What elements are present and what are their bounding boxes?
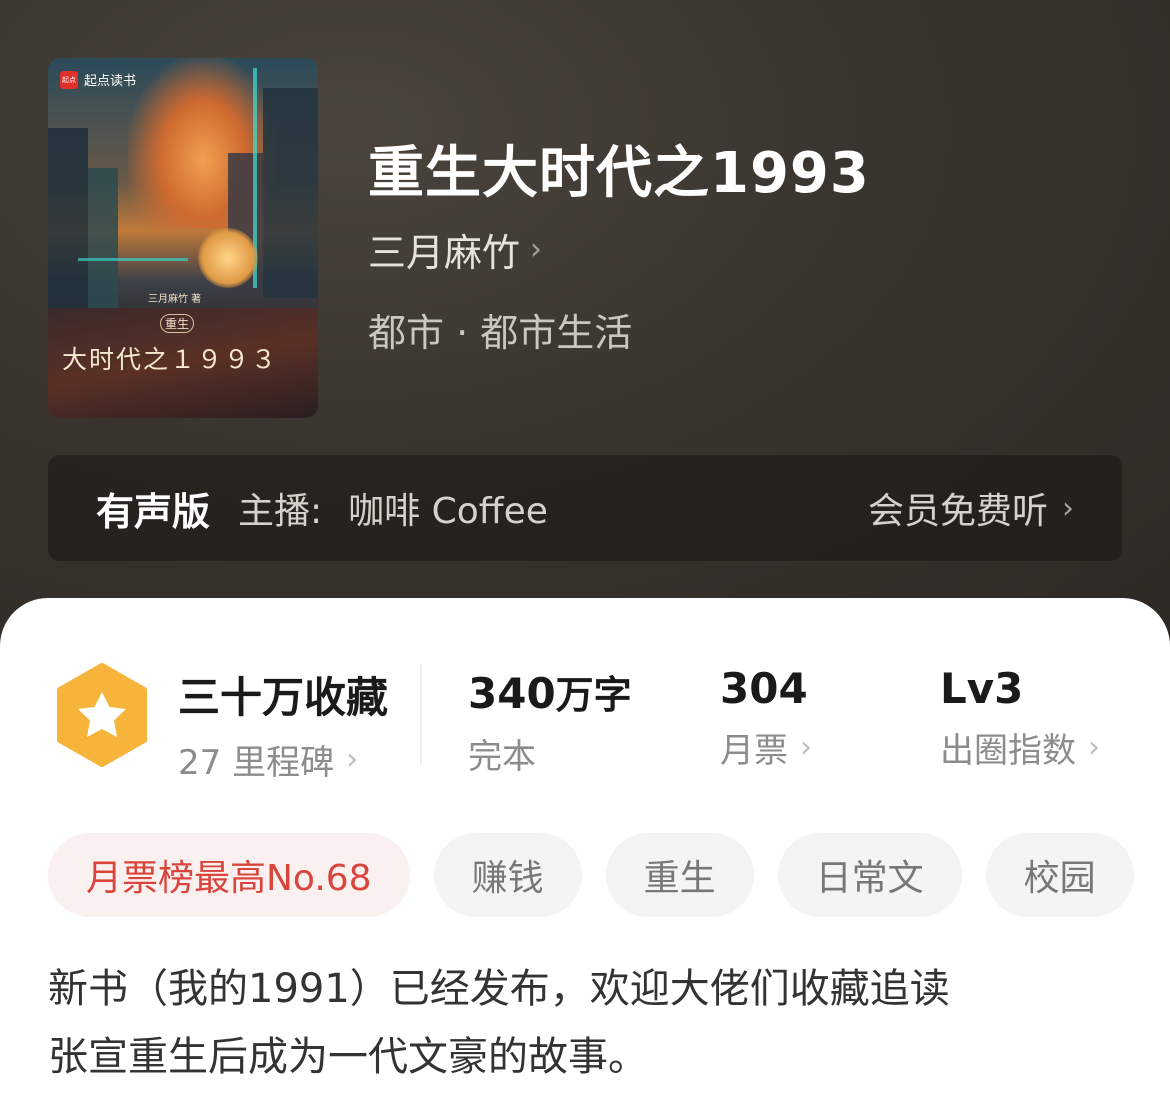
chevron-right-icon: › xyxy=(1062,490,1074,526)
monthly-votes-link[interactable]: 月票 › xyxy=(720,723,812,772)
cover-neon xyxy=(78,258,188,261)
cover-building xyxy=(88,168,118,308)
description-line: 张宣重生后成为一代文豪的故事。 xyxy=(48,1034,648,1080)
cover-author: 三月麻竹 著 xyxy=(148,294,202,305)
cover-brand-name: 起点读书 xyxy=(84,74,137,89)
monthly-votes-stat[interactable]: 304 月票 › xyxy=(720,664,812,772)
word-count-value: 340 xyxy=(468,669,556,718)
listen-free-label: 会员免费听 xyxy=(867,491,1048,532)
popularity-label: 出圈指数 xyxy=(940,731,1076,771)
book-description[interactable]: 新书（我的1991）已经发布，欢迎大佬们收藏追读 张宣重生后成为一代文豪的故事。 xyxy=(48,955,950,1091)
collection-stat[interactable]: 三十万收藏 27 里程碑 › xyxy=(178,664,388,784)
cover-subtitle: 重生 xyxy=(160,314,195,333)
word-count-unit: 万字 xyxy=(555,673,632,717)
milestone-link[interactable]: 27 里程碑 › xyxy=(178,735,388,784)
chevron-right-icon: › xyxy=(346,742,359,777)
milestone-star-badge-icon xyxy=(57,663,147,767)
tag-list: 月票榜最高No.68 赚钱 重生 日常文 校园 xyxy=(48,833,1134,917)
book-title: 重生大时代之1993 xyxy=(368,141,870,206)
cover-building xyxy=(48,128,88,318)
completion-label: 完本 xyxy=(468,737,536,777)
description-line: 新书（我的1991）已经发布，欢迎大佬们收藏追读 xyxy=(48,966,950,1012)
stats-divider xyxy=(420,665,422,765)
cover-building xyxy=(263,88,318,298)
popularity-level: Lv3 xyxy=(940,664,1024,713)
qidian-logo-icon: 起点 xyxy=(60,70,78,89)
book-cover[interactable]: 起点 起点读书 三月麻竹 著 重生 大时代之１９９３ xyxy=(48,58,318,418)
popularity-link[interactable]: 出圈指数 › xyxy=(940,723,1100,772)
cover-title: 大时代之１９９３ xyxy=(62,345,279,374)
audio-host-prefix: 主播: xyxy=(238,491,323,532)
completion-status: 完本 xyxy=(468,729,632,778)
audio-version-bar[interactable]: 有声版 主播: 咖啡 Coffee 会员免费听 › xyxy=(48,455,1122,561)
tag-item[interactable]: 日常文 xyxy=(777,833,962,917)
chevron-right-icon: › xyxy=(530,232,543,267)
audio-host-name: 咖啡 Coffee xyxy=(348,491,548,532)
collection-count: 三十万收藏 xyxy=(178,673,389,722)
monthly-votes-label: 月票 xyxy=(720,731,788,771)
cover-moon xyxy=(198,228,258,288)
word-count: 340万字 xyxy=(468,664,632,719)
audio-label: 有声版 xyxy=(96,489,211,534)
cover-brand: 起点 起点读书 xyxy=(60,70,136,89)
author-name: 三月麻竹 xyxy=(368,231,521,275)
word-count-stat: 340万字 完本 xyxy=(468,664,632,778)
tag-item[interactable]: 校园 xyxy=(985,833,1134,917)
listen-free-button[interactable]: 会员免费听 › xyxy=(868,482,1074,534)
author-link[interactable]: 三月麻竹 › xyxy=(368,222,542,277)
book-genre[interactable]: 都市 · 都市生活 xyxy=(368,302,632,357)
chevron-right-icon: › xyxy=(800,730,812,765)
tag-item[interactable]: 赚钱 xyxy=(433,833,582,917)
tag-item[interactable]: 重生 xyxy=(605,833,754,917)
tag-rank[interactable]: 月票榜最高No.68 xyxy=(48,833,410,917)
popularity-stat[interactable]: Lv3 出圈指数 › xyxy=(940,664,1100,772)
chevron-right-icon: › xyxy=(1088,730,1100,765)
monthly-votes-count: 304 xyxy=(720,664,808,713)
milestone-label: 27 里程碑 xyxy=(178,743,335,783)
